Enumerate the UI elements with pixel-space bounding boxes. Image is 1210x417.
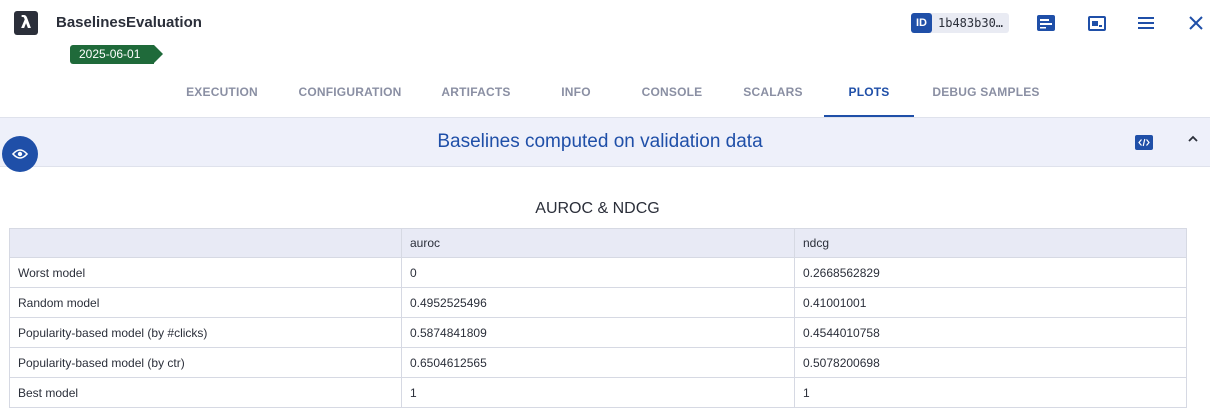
table-row: Popularity-based model (by ctr) 0.650461… [9, 347, 1187, 378]
header: λ BaselinesEvaluation 2025-06-01 ID 1b48… [0, 0, 1210, 118]
chart-title: AUROC & NDCG [535, 200, 660, 217]
tab-scalars[interactable]: SCALARS [733, 75, 813, 117]
tab-plots[interactable]: PLOTS [824, 75, 914, 117]
tab-debug-samples[interactable]: DEBUG SAMPLES [926, 75, 1046, 117]
chevron-up-icon[interactable] [1186, 132, 1200, 146]
id-badge[interactable]: ID 1b483b30… [911, 13, 1010, 33]
table-cell-model: Random model [9, 287, 402, 318]
table-cell-ndcg: 0.4544010758 [794, 317, 1187, 348]
id-label: ID [911, 13, 932, 33]
eye-icon [12, 149, 28, 159]
column-header-model [9, 228, 402, 258]
tab-console[interactable]: CONSOLE [632, 75, 712, 117]
tab-artifacts[interactable]: ARTIFACTS [432, 75, 520, 117]
table-cell-model: Best model [9, 377, 402, 408]
details-panel-icon[interactable] [1086, 12, 1108, 34]
table-row: Random model 0.4952525496 0.41001001 [9, 287, 1187, 318]
table-cell-ndcg: 0.2668562829 [794, 257, 1187, 288]
table-cell-auroc: 1 [401, 377, 795, 408]
embed-code-icon[interactable] [1135, 135, 1153, 150]
table-cell-ndcg: 0.5078200698 [794, 347, 1187, 378]
date-tag[interactable]: 2025-06-01 [70, 45, 164, 64]
table-header-row: auroc ndcg [9, 228, 1187, 258]
info-panel-icon[interactable] [1035, 12, 1057, 34]
table-row: Best model 1 1 [9, 377, 1187, 408]
app-logo-icon[interactable]: λ [14, 11, 38, 35]
menu-icon[interactable] [1135, 12, 1157, 34]
tab-info[interactable]: INFO [546, 75, 606, 117]
tab-execution[interactable]: EXECUTION [175, 75, 269, 117]
table-row: Worst model 0 0.2668562829 [9, 257, 1187, 288]
column-header-ndcg: ndcg [794, 228, 1187, 258]
experiment-title: BaselinesEvaluation [56, 14, 202, 31]
table-cell-model: Worst model [9, 257, 402, 288]
table-cell-auroc: 0 [401, 257, 795, 288]
table-cell-auroc: 0.4952525496 [401, 287, 795, 318]
table-cell-ndcg: 0.41001001 [794, 287, 1187, 318]
table-cell-model: Popularity-based model (by ctr) [9, 347, 402, 378]
table-row: Popularity-based model (by #clicks) 0.58… [9, 317, 1187, 348]
id-value: 1b483b30… [938, 16, 1004, 30]
column-header-auroc: auroc [401, 228, 795, 258]
table-cell-ndcg: 1 [794, 377, 1187, 408]
table-cell-auroc: 0.6504612565 [401, 347, 795, 378]
tab-bar: EXECUTION CONFIGURATION ARTIFACTS INFO C… [0, 75, 1210, 118]
table-cell-auroc: 0.5874841809 [401, 317, 795, 348]
tab-configuration[interactable]: CONFIGURATION [290, 75, 410, 117]
results-table: auroc ndcg Worst model 0 0.2668562829 Ra… [9, 228, 1187, 408]
visibility-toggle-button[interactable] [2, 136, 38, 172]
table-cell-model: Popularity-based model (by #clicks) [9, 317, 402, 348]
plot-panel-header[interactable]: Baselines computed on validation data [0, 118, 1210, 167]
close-icon[interactable] [1185, 12, 1207, 34]
plot-panel-title: Baselines computed on validation data [437, 131, 763, 152]
